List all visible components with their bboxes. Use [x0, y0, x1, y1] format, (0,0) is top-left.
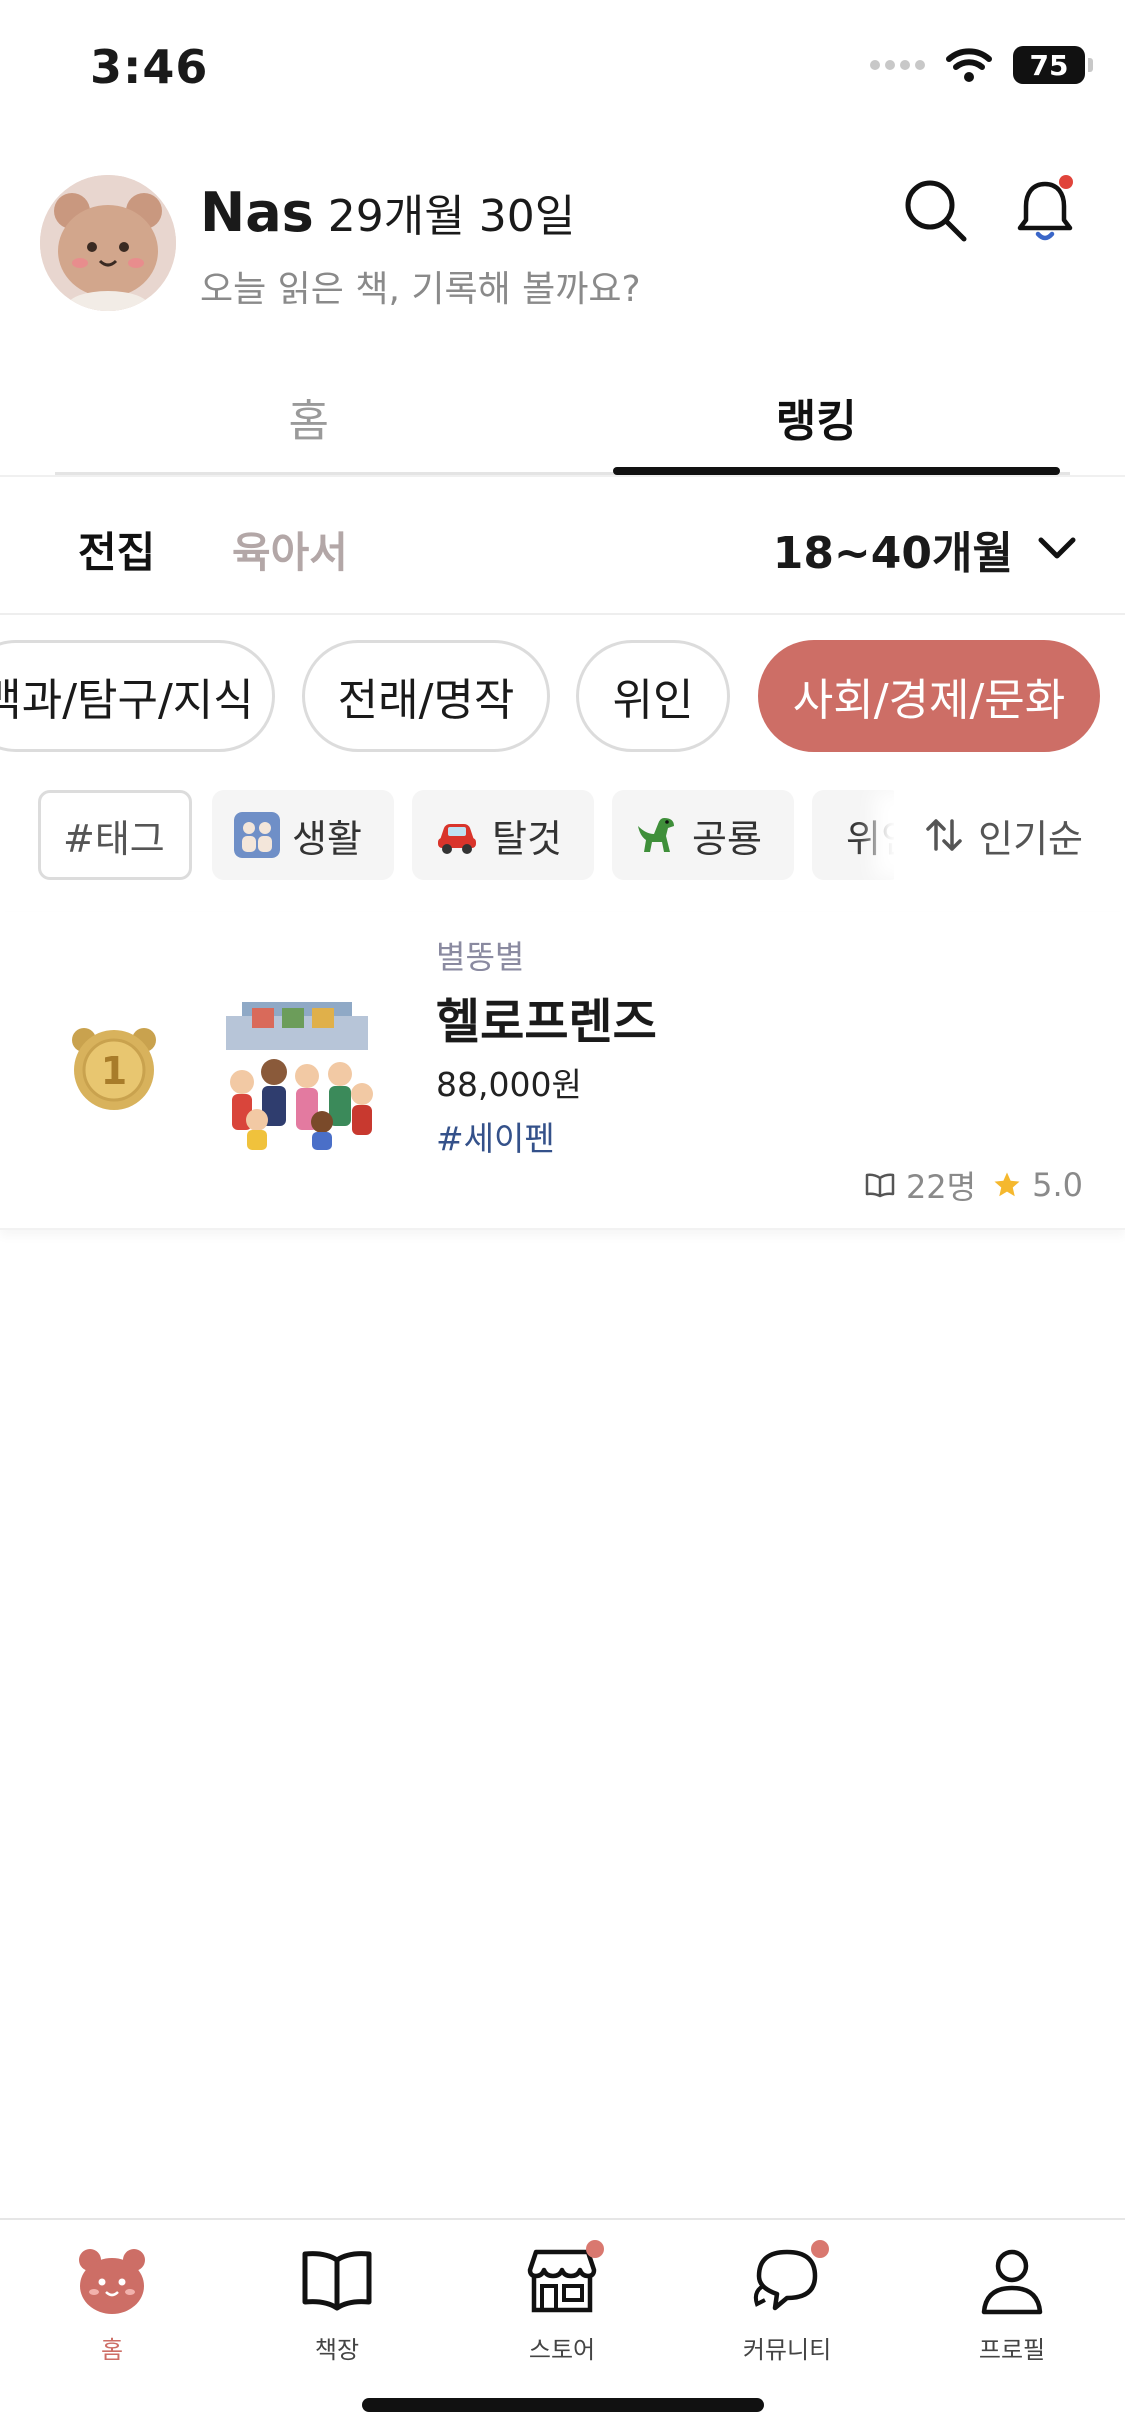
book-cover-image	[226, 1002, 373, 1150]
reader-count: 22명	[905, 1168, 977, 1206]
category-chip[interactable]: 위인	[576, 640, 730, 752]
ranking-item[interactable]: 1 별똥별 헬로프렌즈 88,000원 #세이펜 22명 5.0	[0, 912, 1125, 1230]
profile-icon	[981, 2249, 1043, 2315]
book-stats: 22명 5.0	[864, 1162, 1083, 1208]
screen: 3:46 75 Nas 29개월 30일 오늘 읽은 책, 기록해 볼까요? 홈…	[0, 0, 1125, 2436]
rating-value: 5.0	[1032, 1166, 1083, 1204]
rank-number: 1	[101, 1049, 127, 1093]
nav-profile[interactable]: 프로필	[937, 2242, 1087, 2365]
status-time: 3:46	[90, 40, 209, 94]
book-title: 헬로프렌즈	[436, 994, 657, 1050]
nav-home[interactable]: 홈	[37, 2242, 187, 2365]
user-info: Nas 29개월 30일	[200, 180, 575, 244]
nav-label: 홈	[100, 2336, 124, 2364]
category-chip[interactable]: 전래/명작	[302, 640, 550, 752]
category-chip[interactable]: 백과/탐구/지식	[0, 640, 275, 752]
nav-label: 커뮤니티	[742, 2336, 832, 2364]
status-icons: 75	[870, 46, 1093, 84]
category-chip-selected[interactable]: 사회/경제/문화	[758, 640, 1100, 752]
tag-chips: #태그 생활 탈것 공룡 위인 인기순	[0, 790, 1125, 882]
sort-label: 인기순	[978, 816, 1083, 861]
nav-label: 프로필	[978, 2336, 1046, 2364]
cellular-signal-icon	[870, 60, 925, 70]
publisher-name: 별똥별	[436, 938, 525, 976]
chevron-down-icon	[1038, 537, 1076, 559]
book-price: 88,000원	[436, 1065, 582, 1104]
open-book-icon	[865, 1173, 895, 1198]
header-subtitle: 오늘 읽은 책, 기록해 볼까요?	[200, 269, 641, 310]
sort-button[interactable]: 인기순	[894, 790, 1083, 880]
notification-button[interactable]	[1010, 172, 1080, 248]
home-indicator[interactable]	[362, 2398, 764, 2412]
tag-label: 생활	[292, 816, 362, 861]
nav-label: 스토어	[528, 2336, 596, 2364]
battery-indicator: 75	[1013, 46, 1093, 84]
age-range-dropdown[interactable]: 18~40개월	[773, 517, 1077, 581]
tab-ranking[interactable]: 랭킹	[563, 375, 1071, 475]
star-icon	[994, 1172, 1020, 1197]
dinosaur-emoji-icon	[638, 818, 674, 852]
nav-store[interactable]: 스토어	[487, 2240, 637, 2365]
subtab-collection[interactable]: 전집	[78, 519, 155, 580]
search-button[interactable]	[900, 175, 972, 247]
nav-label: 책장	[314, 2336, 360, 2364]
new-badge	[811, 2240, 829, 2258]
age-range-value: 18~40개월	[772, 528, 1013, 579]
sub-tab-row: 전집 육아서 18~40개월	[0, 475, 1125, 615]
tag-search-input[interactable]: #태그	[38, 790, 192, 880]
tag-chip[interactable]: 탈것	[412, 790, 594, 880]
gold-medal-rank-icon: 1	[72, 1028, 156, 1110]
tag-label: 공룡	[692, 816, 762, 861]
car-emoji-icon	[438, 824, 476, 854]
sort-arrows-icon	[926, 819, 962, 851]
nav-bookshelf[interactable]: 책장	[262, 2242, 412, 2365]
child-age: 29개월 30일	[327, 191, 576, 242]
tag-label: 탈것	[492, 816, 562, 861]
user-name: Nas	[200, 181, 314, 244]
search-icon	[905, 180, 967, 242]
bell-icon	[1017, 175, 1073, 241]
book-hashtag[interactable]: #세이펜	[436, 1112, 555, 1160]
book-icon	[302, 2251, 372, 2311]
category-chips: 백과/탐구/지식 전래/명작 위인 사회/경제/문화	[0, 640, 1125, 752]
family-emoji-icon	[234, 812, 280, 858]
bear-avatar-icon	[40, 175, 176, 311]
bear-icon	[79, 2249, 145, 2314]
nav-community[interactable]: 커뮤니티	[712, 2240, 862, 2365]
tab-home[interactable]: 홈	[55, 375, 563, 472]
tag-chip[interactable]: 공룡	[612, 790, 794, 880]
subtab-parenting-books[interactable]: 육아서	[232, 519, 348, 580]
tag-chip[interactable]: 생활	[212, 790, 394, 880]
main-tabs: 홈 랭킹	[55, 375, 1070, 475]
new-badge	[586, 2240, 604, 2258]
tag-chip[interactable]: 위인	[812, 790, 902, 880]
avatar[interactable]	[40, 175, 176, 311]
wifi-icon	[946, 48, 992, 82]
